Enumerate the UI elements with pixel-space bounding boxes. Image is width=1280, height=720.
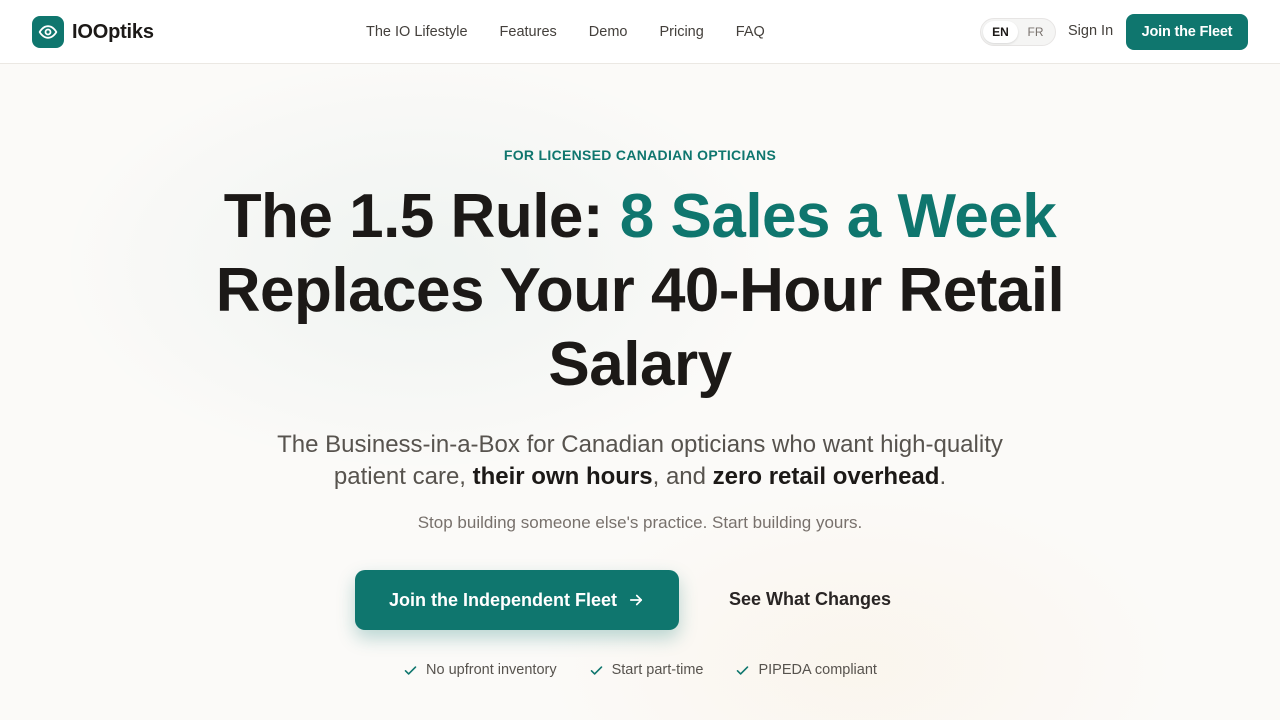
subtitle-text-2: , and [652,463,713,490]
language-option-fr[interactable]: FR [1018,21,1053,43]
nav-item-faq[interactable]: FAQ [736,24,765,40]
check-icon [404,665,417,675]
nav-item-demo[interactable]: Demo [589,24,628,40]
benefit-item: Start part-time [589,662,704,678]
nav-item-io-lifestyle[interactable]: The IO Lifestyle [366,24,468,40]
see-what-changes-link[interactable]: See What Changes [710,589,910,610]
nav-item-features[interactable]: Features [500,24,557,40]
subtitle-text-3: . [939,463,947,490]
hero-subtitle: The Business-in-a-Box for Canadian optic… [270,429,1010,493]
hero-title-prefix: The 1.5 Rule: [223,182,620,251]
language-toggle: EN FR [980,18,1056,46]
hero-eyebrow: FOR LICENSED CANADIAN OPTICIANS [503,147,777,163]
check-icon [737,665,749,675]
benefit-item: No upfront inventory [403,662,557,678]
sign-in-link[interactable]: Sign In [1068,23,1113,39]
join-fleet-button[interactable]: Join the Fleet [1126,14,1248,50]
arrow-right-icon [629,594,643,606]
hero-title-accent: 8 Sales a Week [619,182,1057,251]
top-navbar: IOOptiks The IO Lifestyle Features Demo … [0,0,1280,64]
nav-item-pricing[interactable]: Pricing [659,24,703,40]
hero-benefits: No upfront inventory Start part-time PIP… [0,662,1280,678]
join-independent-fleet-button[interactable]: Join the Independent Fleet [355,570,679,630]
hero-title-suffix: Replaces Your 40-Hour Retail Salary [215,256,1065,399]
main-nav: The IO Lifestyle Features Demo Pricing F… [366,0,765,64]
hero-section: FOR LICENSED CANADIAN OPTICIANS The 1.5 … [0,64,1280,720]
brand-name: IOOptiks [72,20,154,43]
benefit-label: PIPEDA compliant [758,662,877,678]
benefit-item: PIPEDA compliant [735,662,877,678]
cta-primary-label: Join the Independent Fleet [388,589,617,610]
hero-title: The 1.5 Rule: 8 Sales a Week Replaces Yo… [140,180,1140,402]
check-icon [590,665,602,675]
subtitle-highlight-zero-overhead: zero retail overhead [712,463,940,490]
benefit-label: Start part-time [611,662,704,678]
language-option-en[interactable]: EN [983,21,1018,43]
benefit-label: No upfront inventory [426,662,557,678]
eye-icon [32,16,64,48]
subtitle-highlight-own-hours: their own hours [472,463,653,490]
hero-tagline: Stop building someone else's practice. S… [417,513,863,532]
brand-logo[interactable]: IOOptiks [32,16,154,48]
